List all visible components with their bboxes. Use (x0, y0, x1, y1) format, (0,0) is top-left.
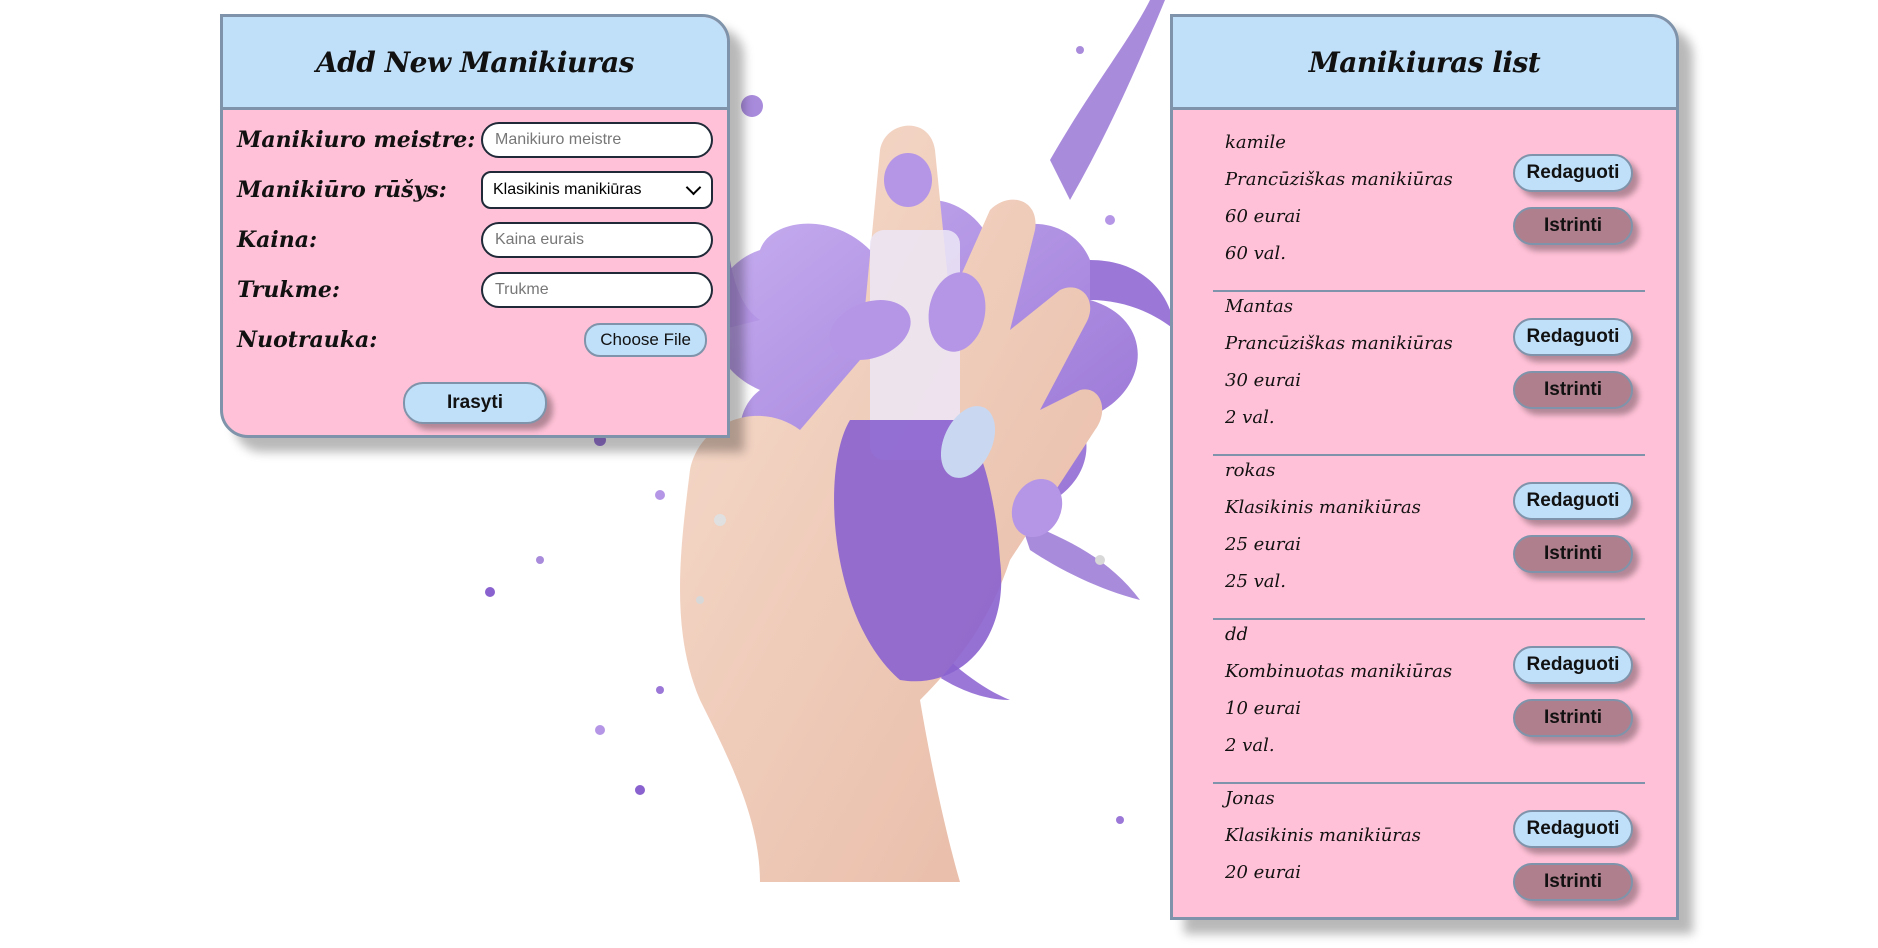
list-item: kamile Prancūziškas manikiūras 60 eurai … (1213, 128, 1645, 292)
entry-rusis: Klasikinis manikiūras (1225, 497, 1421, 518)
edit-button[interactable]: Redaguoti (1513, 646, 1633, 684)
form-row-nuotrauka: Nuotrauka: Choose File (237, 320, 713, 360)
entry-meistre: Mantas (1225, 296, 1293, 317)
list-item: Mantas Prancūziškas manikiūras 30 eurai … (1213, 292, 1645, 456)
delete-button[interactable]: Istrinti (1513, 863, 1633, 901)
form-row-kaina: Kaina: (237, 220, 713, 260)
add-panel-header: Add New Manikiuras (223, 17, 727, 110)
list-panel-header: Manikiuras list (1173, 17, 1676, 110)
entry-rusis: Klasikinis manikiūras (1225, 825, 1421, 846)
delete-button[interactable]: Istrinti (1513, 207, 1633, 245)
list-item: Jonas Klasikinis manikiūras 20 eurai Red… (1213, 784, 1645, 948)
entry-kaina: 25 eurai (1225, 534, 1301, 555)
entry-trukme: 2 val. (1225, 735, 1275, 756)
delete-button[interactable]: Istrinti (1513, 699, 1633, 737)
entry-trukme: 60 val. (1225, 243, 1287, 264)
delete-button[interactable]: Istrinti (1513, 535, 1633, 573)
entry-meistre: kamile (1225, 132, 1286, 153)
form-row-meistre: Manikiuro meistre: (237, 120, 713, 160)
edit-button[interactable]: Redaguoti (1513, 482, 1633, 520)
choose-file-button[interactable]: Choose File (584, 323, 707, 357)
add-manikiuras-panel: Add New Manikiuras Manikiuro meistre: Ma… (220, 14, 730, 438)
delete-button[interactable]: Istrinti (1513, 371, 1633, 409)
list-item: dd Kombinuotas manikiūras 10 eurai 2 val… (1213, 620, 1645, 784)
entry-meistre: Jonas (1225, 788, 1275, 809)
edit-button[interactable]: Redaguoti (1513, 318, 1633, 356)
edit-button[interactable]: Redaguoti (1513, 810, 1633, 848)
entry-kaina: 10 eurai (1225, 698, 1301, 719)
chevron-down-icon (685, 179, 702, 196)
rusys-select[interactable]: Klasikinis manikiūras (481, 171, 713, 209)
entry-rusis: Kombinuotas manikiūras (1225, 661, 1453, 682)
entry-trukme: 25 val. (1225, 571, 1287, 592)
form-row-trukme: Trukme: (237, 270, 713, 310)
edit-button[interactable]: Redaguoti (1513, 154, 1633, 192)
irasyti-button[interactable]: Irasyti (403, 382, 547, 424)
rusys-selected-value: Klasikinis manikiūras (493, 181, 642, 198)
kaina-label: Kaina: (237, 227, 318, 253)
meistre-label: Manikiuro meistre: (237, 127, 476, 153)
list-panel-title: Manikiuras list (1308, 45, 1541, 79)
entry-kaina: 60 eurai (1225, 206, 1301, 227)
entry-rusis: Prancūziškas manikiūras (1225, 333, 1453, 354)
entry-kaina: 30 eurai (1225, 370, 1301, 391)
meistre-input[interactable] (481, 122, 713, 158)
list-item: rokas Klasikinis manikiūras 25 eurai 25 … (1213, 456, 1645, 620)
trukme-input[interactable] (481, 272, 713, 308)
manikiuras-list-panel: Manikiuras list kamile Prancūziškas mani… (1170, 14, 1679, 920)
rusys-label: Manikiūro rūšys: (237, 177, 447, 203)
entry-kaina: 20 eurai (1225, 862, 1301, 883)
kaina-input[interactable] (481, 222, 713, 258)
nuotrauka-label: Nuotrauka: (237, 327, 378, 353)
entry-meistre: rokas (1225, 460, 1276, 481)
entry-trukme: 2 val. (1225, 407, 1275, 428)
entry-rusis: Prancūziškas manikiūras (1225, 169, 1453, 190)
form-row-rusys: Manikiūro rūšys: Klasikinis manikiūras (237, 170, 713, 210)
trukme-label: Trukme: (237, 277, 340, 303)
entry-meistre: dd (1225, 624, 1249, 645)
add-panel-title: Add New Manikiuras (315, 45, 635, 79)
